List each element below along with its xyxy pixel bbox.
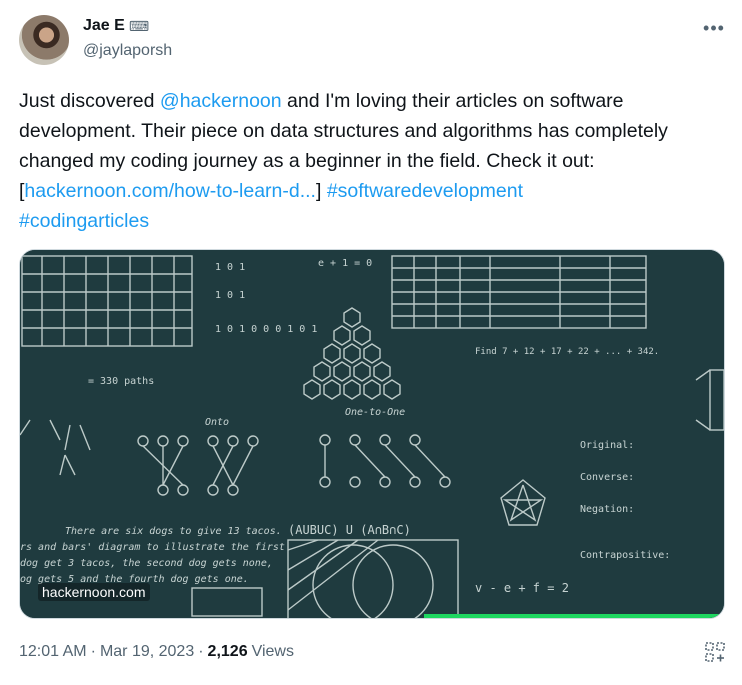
more-options-button[interactable]: ••• [702,16,726,40]
board-text-stars-bars: rs and bars' diagram to illustrate the f… [20,542,285,553]
hashtag-softwaredevelopment[interactable]: #softwaredevelopment [327,180,523,202]
author-handle[interactable]: @jaylaporsh [83,42,172,60]
board-text-onto: Onto [205,417,229,428]
board-text-101000101: 1 0 1 0 0 0 1 0 1 [215,324,317,335]
tweet-text-part3: ] [315,180,327,202]
board-text-contrapositive: Contrapositive: [580,550,670,561]
views-count: 2,126 [207,643,248,660]
board-text-vef: v - e + f = 2 [475,581,569,595]
meta-separator-2: · [198,643,204,660]
tweet-media-image[interactable]: 1 0 1 1 0 1 1 0 1 0 0 0 1 0 1 e + 1 = 0 … [19,249,725,619]
board-text-euler: e + 1 = 0 [318,258,372,269]
board-text-find: Find 7 + 12 + 17 + 22 + ... + 342. [475,347,659,357]
avatar[interactable] [19,15,69,65]
board-text-paths: = 330 paths [88,376,154,387]
board-text-negation: Negation: [580,504,634,515]
tweet-text-part1: Just discovered [19,90,160,112]
board-text-converse: Converse: [580,472,634,483]
board-text-101: 1 0 1 [215,262,245,273]
board-text-union: (AUBUC) U (A∩B∩C) [288,523,411,537]
author-name-row: Jae E ⌨ [83,17,149,35]
mention-link[interactable]: @hackernoon [160,90,282,112]
media-progress-bar [424,614,724,618]
bookmark-share-icon[interactable] [704,641,726,663]
hashtag-codingarticles[interactable]: #codingarticles [19,210,149,232]
views-label: Views [251,643,294,660]
keyboard-icon: ⌨ [128,18,150,34]
article-link[interactable]: hackernoon.com/how-to-learn-d... [24,180,316,202]
board-text-dog-line1: dog get 3 tacos, the second dog gets non… [20,558,273,569]
chalkboard-illustration: 1 0 1 1 0 1 1 0 1 0 0 0 1 0 1 e + 1 = 0 … [20,250,724,618]
meta-separator: · [90,643,96,660]
board-text-one-to-one: One-to-One [345,407,405,418]
tweet-text: Just discovered @hackernoon and I'm lovi… [19,86,719,236]
more-icon: ••• [703,17,725,38]
board-text-tacos: There are six dogs to give 13 tacos. [65,526,282,537]
media-watermark: hackernoon.com [38,583,150,601]
board-text-101b: 1 0 1 [215,290,245,301]
tweet-metadata: 12:01 AM · Mar 19, 2023 · 2,126 Views [19,643,294,661]
tweet-date[interactable]: Mar 19, 2023 [100,643,194,661]
tweet-time[interactable]: 12:01 AM [19,643,87,661]
display-name[interactable]: Jae E [83,17,125,35]
board-text-original: Original: [580,440,634,451]
